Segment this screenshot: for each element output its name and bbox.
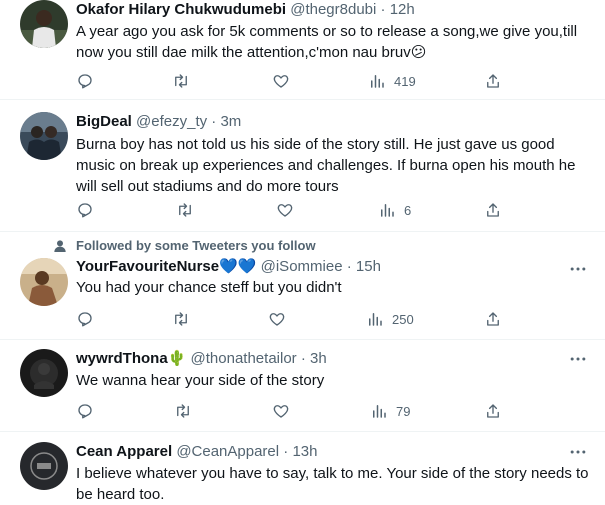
views-icon — [369, 313, 382, 326]
tweet-text: A year ago you ask for 5k comments or so… — [76, 23, 578, 61]
author-handle[interactable]: @efezy_ty — [136, 113, 207, 130]
avatar[interactable] — [20, 258, 68, 306]
like-icon — [269, 313, 285, 326]
views-button[interactable]: 250 — [366, 308, 414, 330]
tweet-header: Okafor Hilary Chukwudumebi @thegr8dubi ·… — [76, 0, 415, 20]
tweet-text: You had your chance steff but you didn't — [76, 279, 342, 296]
retweet-button[interactable] — [176, 199, 194, 221]
tweet-actions: 79 — [76, 400, 506, 422]
more-icon — [570, 450, 586, 454]
tweet-header: wywrdThona🌵 @thonathetailor · 3h — [76, 349, 327, 369]
author-name[interactable]: wywrdThona🌵 — [76, 350, 186, 367]
reply-icon — [78, 312, 92, 327]
more-icon — [570, 357, 586, 361]
author-name[interactable]: Cean Apparel — [76, 443, 172, 460]
like-button[interactable] — [272, 400, 290, 422]
author-handle[interactable]: @thonathetailor — [191, 350, 297, 367]
timestamp[interactable]: 13h — [292, 443, 317, 460]
tweet-actions: 6 — [76, 199, 506, 221]
tweet-feed: Okafor Hilary Chukwudumebi @thegr8dubi ·… — [0, 0, 605, 503]
retweet-icon — [179, 203, 191, 217]
tweet-text: Burna boy has not told us his side of th… — [76, 136, 576, 195]
tweet-text: We wanna hear your side of the story — [76, 372, 325, 389]
like-button[interactable] — [272, 70, 290, 92]
tweet[interactable]: Okafor Hilary Chukwudumebi @thegr8dubi ·… — [0, 0, 605, 100]
avatar[interactable] — [20, 442, 68, 490]
person-icon — [54, 240, 66, 252]
tweet-header: BigDeal @efezy_ty · 3m — [76, 112, 241, 132]
more-button[interactable] — [568, 442, 588, 462]
separator-dot: · — [283, 443, 289, 460]
more-button[interactable] — [568, 349, 588, 369]
share-button[interactable] — [484, 70, 502, 92]
reply-icon — [78, 203, 92, 218]
tweet[interactable]: BigDeal @efezy_ty · 3m Burna boy has not… — [0, 100, 605, 232]
author-handle[interactable]: @thegr8dubi — [290, 1, 376, 18]
author-name[interactable]: YourFavouriteNurse💙💙 — [76, 258, 256, 275]
timestamp[interactable]: 3h — [310, 350, 327, 367]
reply-icon — [78, 404, 92, 419]
views-icon — [381, 204, 394, 217]
views-button[interactable]: 79 — [370, 400, 410, 422]
more-button[interactable] — [568, 259, 588, 279]
social-context-text: Followed by some Tweeters you follow — [76, 238, 316, 253]
like-button[interactable] — [268, 308, 286, 330]
more-icon — [570, 267, 586, 271]
reply-button[interactable] — [76, 308, 94, 330]
reply-button[interactable] — [76, 70, 94, 92]
retweet-button[interactable] — [174, 400, 192, 422]
views-button[interactable]: 419 — [368, 70, 416, 92]
tweet[interactable]: Cean Apparel @CeanApparel · 13h I believ… — [0, 432, 605, 503]
share-icon — [487, 74, 499, 88]
like-icon — [273, 75, 289, 88]
like-icon — [273, 405, 289, 418]
timestamp[interactable]: 12h — [390, 1, 415, 18]
author-name[interactable]: BigDeal — [76, 113, 132, 130]
tweet-actions: 250 — [76, 308, 506, 330]
share-button[interactable] — [484, 400, 502, 422]
like-button[interactable] — [276, 199, 294, 221]
avatar[interactable] — [20, 349, 68, 397]
views-count: 419 — [394, 73, 416, 89]
tweet-text: I believe whatever you have to say, talk… — [76, 465, 589, 503]
author-handle[interactable]: @CeanApparel — [176, 443, 279, 460]
views-count: 6 — [404, 202, 412, 218]
reply-icon — [78, 74, 92, 89]
share-icon — [487, 312, 499, 326]
separator-dot: · — [346, 258, 352, 275]
avatar[interactable] — [20, 112, 68, 160]
retweet-icon — [175, 312, 187, 326]
avatar[interactable] — [20, 0, 68, 48]
separator-dot: · — [211, 113, 217, 130]
tweet-header: Cean Apparel @CeanApparel · 13h — [76, 442, 317, 462]
author-handle[interactable]: @iSommiee — [261, 258, 343, 275]
reply-button[interactable] — [76, 400, 94, 422]
share-icon — [487, 404, 499, 418]
separator-dot: · — [300, 350, 306, 367]
tweet-actions: 419 — [76, 70, 506, 92]
retweet-icon — [177, 404, 189, 418]
author-name[interactable]: Okafor Hilary Chukwudumebi — [76, 1, 286, 18]
timestamp[interactable]: 15h — [356, 258, 381, 275]
share-icon — [487, 203, 499, 217]
share-button[interactable] — [484, 199, 502, 221]
retweet-icon — [175, 74, 187, 88]
share-button[interactable] — [484, 308, 502, 330]
retweet-button[interactable] — [172, 308, 190, 330]
social-context[interactable]: Followed by some Tweeters you follow — [52, 238, 316, 254]
views-button[interactable]: 6 — [378, 199, 411, 221]
tweet-header: YourFavouriteNurse💙💙 @iSommiee · 15h — [76, 257, 381, 277]
views-count: 250 — [392, 311, 414, 327]
tweet[interactable]: wywrdThona🌵 @thonathetailor · 3h We wann… — [0, 340, 605, 432]
like-icon — [277, 204, 293, 217]
separator-dot: · — [380, 1, 386, 18]
timestamp[interactable]: 3m — [220, 113, 241, 130]
views-icon — [371, 75, 384, 88]
tweet[interactable]: Followed by some Tweeters you follow You… — [0, 232, 605, 340]
retweet-button[interactable] — [172, 70, 190, 92]
reply-button[interactable] — [76, 199, 94, 221]
views-count: 79 — [396, 403, 411, 419]
views-icon — [373, 405, 386, 418]
